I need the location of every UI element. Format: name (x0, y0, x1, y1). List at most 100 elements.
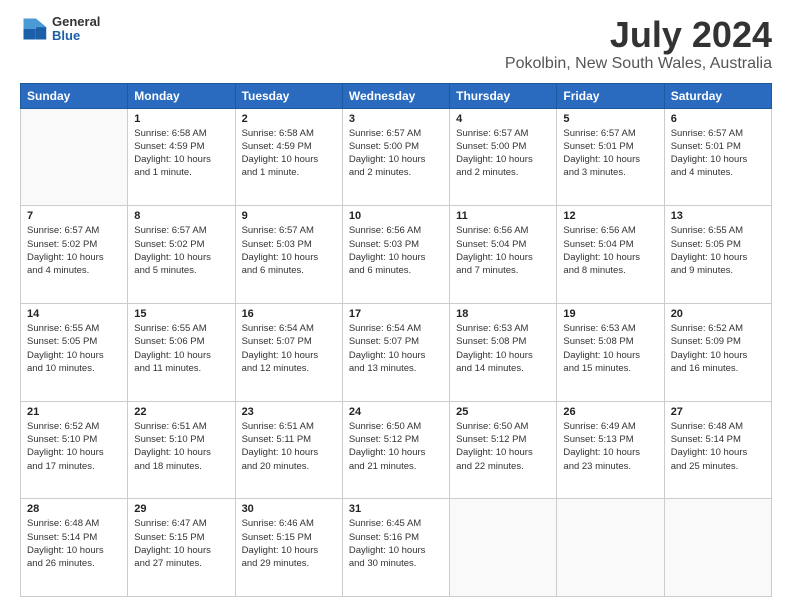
table-row: 24 Sunrise: 6:50 AMSunset: 5:12 PMDayligh… (342, 401, 449, 499)
calendar-subtitle: Pokolbin, New South Wales, Australia (505, 55, 772, 73)
day-number: 27 (671, 406, 765, 418)
day-info: Sunrise: 6:58 AMSunset: 4:59 PMDaylight:… (242, 127, 336, 180)
day-number: 24 (349, 406, 443, 418)
table-row: 13 Sunrise: 6:55 AMSunset: 5:05 PMDayligh… (664, 206, 771, 304)
calendar-week-row: 14Sunrise: 6:55 AMSunset: 5:05 PMDayligh… (21, 303, 772, 401)
table-row: 3Sunrise: 6:57 AMSunset: 5:00 PMDaylight… (342, 108, 449, 206)
day-info: Sunrise: 6:57 AMSunset: 5:00 PMDaylight:… (456, 127, 550, 180)
day-info: Sunrise: 6:57 AMSunset: 5:03 PMDaylight:… (242, 224, 336, 277)
table-row: 22 Sunrise: 6:51 AMSunset: 5:10 PMDayligh… (128, 401, 235, 499)
day-number: 19 (563, 308, 657, 320)
weekday-header-row: Sunday Monday Tuesday Wednesday Thursday… (21, 83, 772, 108)
day-number: 28 (27, 503, 121, 515)
day-info: Sunrise: 6:49 AMSunset: 5:13 PMDaylight:… (563, 420, 657, 473)
table-row: 14Sunrise: 6:55 AMSunset: 5:05 PMDayligh… (21, 303, 128, 401)
title-block: July 2024 Pokolbin, New South Wales, Aus… (505, 15, 772, 73)
table-row: 31 Sunrise: 6:45 AMSunset: 5:16 PMDayligh… (342, 499, 449, 597)
table-row: 10 Sunrise: 6:56 AMSunset: 5:03 PMDayligh… (342, 206, 449, 304)
table-row: 9 Sunrise: 6:57 AMSunset: 5:03 PMDaylight… (235, 206, 342, 304)
day-info: Sunrise: 6:57 AMSunset: 5:02 PMDaylight:… (134, 224, 228, 277)
logo-icon (20, 15, 48, 43)
table-row: 2 Sunrise: 6:58 AMSunset: 4:59 PMDaylight… (235, 108, 342, 206)
day-number: 23 (242, 406, 336, 418)
day-number: 13 (671, 210, 765, 222)
day-number: 10 (349, 210, 443, 222)
day-info: Sunrise: 6:58 AMSunset: 4:59 PMDaylight:… (134, 127, 228, 180)
logo-text: General Blue (52, 15, 100, 44)
day-number: 9 (242, 210, 336, 222)
day-info: Sunrise: 6:52 AMSunset: 5:10 PMDaylight:… (27, 420, 121, 473)
day-info: Sunrise: 6:48 AMSunset: 5:14 PMDaylight:… (671, 420, 765, 473)
day-info: Sunrise: 6:46 AMSunset: 5:15 PMDaylight:… (242, 517, 336, 570)
table-row (664, 499, 771, 597)
day-number: 30 (242, 503, 336, 515)
table-row: 20 Sunrise: 6:52 AMSunset: 5:09 PMDayligh… (664, 303, 771, 401)
day-info: Sunrise: 6:53 AMSunset: 5:08 PMDaylight:… (563, 322, 657, 375)
day-info: Sunrise: 6:56 AMSunset: 5:04 PMDaylight:… (563, 224, 657, 277)
day-info: Sunrise: 6:47 AMSunset: 5:15 PMDaylight:… (134, 517, 228, 570)
day-info: Sunrise: 6:55 AMSunset: 5:06 PMDaylight:… (134, 322, 228, 375)
header: General Blue July 2024 Pokolbin, New Sou… (20, 15, 772, 73)
table-row: 15 Sunrise: 6:55 AMSunset: 5:06 PMDayligh… (128, 303, 235, 401)
day-info: Sunrise: 6:51 AMSunset: 5:10 PMDaylight:… (134, 420, 228, 473)
table-row: 29Sunrise: 6:47 AMSunset: 5:15 PMDayligh… (128, 499, 235, 597)
day-number: 16 (242, 308, 336, 320)
calendar-week-row: 21Sunrise: 6:52 AMSunset: 5:10 PMDayligh… (21, 401, 772, 499)
day-info: Sunrise: 6:56 AMSunset: 5:04 PMDaylight:… (456, 224, 550, 277)
day-number: 3 (349, 113, 443, 125)
day-info: Sunrise: 6:56 AMSunset: 5:03 PMDaylight:… (349, 224, 443, 277)
day-info: Sunrise: 6:57 AMSunset: 5:01 PMDaylight:… (563, 127, 657, 180)
day-number: 15 (134, 308, 228, 320)
day-number: 2 (242, 113, 336, 125)
table-row: 30 Sunrise: 6:46 AMSunset: 5:15 PMDayligh… (235, 499, 342, 597)
header-sunday: Sunday (21, 83, 128, 108)
day-number: 12 (563, 210, 657, 222)
header-thursday: Thursday (450, 83, 557, 108)
table-row (21, 108, 128, 206)
calendar-table: Sunday Monday Tuesday Wednesday Thursday… (20, 83, 772, 597)
calendar-week-row: 1 Sunrise: 6:58 AMSunset: 4:59 PMDaylight… (21, 108, 772, 206)
day-info: Sunrise: 6:57 AMSunset: 5:02 PMDaylight:… (27, 224, 121, 277)
day-number: 26 (563, 406, 657, 418)
day-number: 31 (349, 503, 443, 515)
day-number: 17 (349, 308, 443, 320)
calendar-title: July 2024 (505, 15, 772, 55)
header-saturday: Saturday (664, 83, 771, 108)
table-row: 26 Sunrise: 6:49 AMSunset: 5:13 PMDayligh… (557, 401, 664, 499)
day-number: 8 (134, 210, 228, 222)
day-info: Sunrise: 6:51 AMSunset: 5:11 PMDaylight:… (242, 420, 336, 473)
table-row: 5 Sunrise: 6:57 AMSunset: 5:01 PMDaylight… (557, 108, 664, 206)
table-row: 7 Sunrise: 6:57 AMSunset: 5:02 PMDaylight… (21, 206, 128, 304)
day-info: Sunrise: 6:45 AMSunset: 5:16 PMDaylight:… (349, 517, 443, 570)
day-number: 18 (456, 308, 550, 320)
page: General Blue July 2024 Pokolbin, New Sou… (0, 0, 792, 612)
day-info: Sunrise: 6:48 AMSunset: 5:14 PMDaylight:… (27, 517, 121, 570)
table-row: 23 Sunrise: 6:51 AMSunset: 5:11 PMDayligh… (235, 401, 342, 499)
header-friday: Friday (557, 83, 664, 108)
table-row: 21Sunrise: 6:52 AMSunset: 5:10 PMDayligh… (21, 401, 128, 499)
day-number: 7 (27, 210, 121, 222)
calendar-week-row: 7 Sunrise: 6:57 AMSunset: 5:02 PMDaylight… (21, 206, 772, 304)
table-row: 11Sunrise: 6:56 AMSunset: 5:04 PMDayligh… (450, 206, 557, 304)
table-row (557, 499, 664, 597)
calendar-week-row: 28 Sunrise: 6:48 AMSunset: 5:14 PMDayligh… (21, 499, 772, 597)
day-info: Sunrise: 6:50 AMSunset: 5:12 PMDaylight:… (349, 420, 443, 473)
day-info: Sunrise: 6:52 AMSunset: 5:09 PMDaylight:… (671, 322, 765, 375)
table-row: 28 Sunrise: 6:48 AMSunset: 5:14 PMDayligh… (21, 499, 128, 597)
table-row: 27 Sunrise: 6:48 AMSunset: 5:14 PMDayligh… (664, 401, 771, 499)
table-row: 12 Sunrise: 6:56 AMSunset: 5:04 PMDayligh… (557, 206, 664, 304)
day-number: 4 (456, 113, 550, 125)
day-info: Sunrise: 6:54 AMSunset: 5:07 PMDaylight:… (349, 322, 443, 375)
day-number: 5 (563, 113, 657, 125)
logo-general-text: General (52, 15, 100, 29)
day-number: 20 (671, 308, 765, 320)
day-info: Sunrise: 6:50 AMSunset: 5:12 PMDaylight:… (456, 420, 550, 473)
day-info: Sunrise: 6:55 AMSunset: 5:05 PMDaylight:… (671, 224, 765, 277)
day-number: 1 (134, 113, 228, 125)
table-row: 4 Sunrise: 6:57 AMSunset: 5:00 PMDaylight… (450, 108, 557, 206)
day-number: 22 (134, 406, 228, 418)
table-row: 6Sunrise: 6:57 AMSunset: 5:01 PMDaylight… (664, 108, 771, 206)
table-row: 18Sunrise: 6:53 AMSunset: 5:08 PMDayligh… (450, 303, 557, 401)
table-row: 16Sunrise: 6:54 AMSunset: 5:07 PMDayligh… (235, 303, 342, 401)
table-row: 19 Sunrise: 6:53 AMSunset: 5:08 PMDayligh… (557, 303, 664, 401)
